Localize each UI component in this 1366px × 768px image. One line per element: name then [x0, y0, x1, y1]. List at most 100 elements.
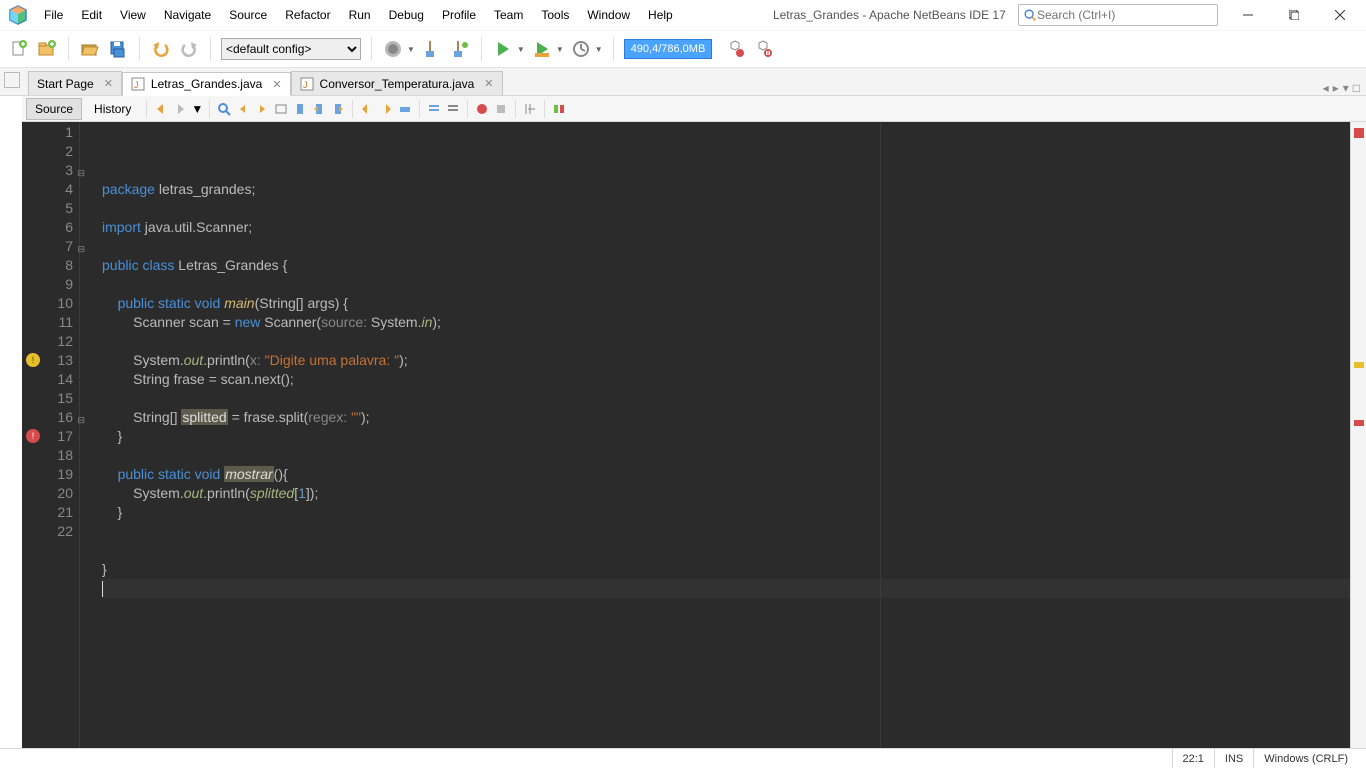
- menu-view[interactable]: View: [112, 4, 154, 26]
- record-macro-icon[interactable]: [474, 101, 490, 117]
- tab-start-page[interactable]: Start Page✕: [28, 71, 122, 95]
- shift-left-icon[interactable]: [359, 101, 375, 117]
- code-line[interactable]: }: [102, 427, 1350, 446]
- code-line[interactable]: public static void mostrar(){: [102, 465, 1350, 484]
- code-line[interactable]: [102, 237, 1350, 256]
- tab-max-icon[interactable]: □: [1353, 81, 1360, 95]
- redo-icon[interactable]: [178, 38, 200, 60]
- code-line[interactable]: [102, 332, 1350, 351]
- nav-back-icon[interactable]: [153, 101, 169, 117]
- menu-refactor[interactable]: Refactor: [277, 4, 338, 26]
- uncomment-icon[interactable]: [445, 101, 461, 117]
- close-tab-icon[interactable]: ✕: [484, 77, 493, 90]
- tab-conversor_temperatura-java[interactable]: JConversor_Temperatura.java✕: [291, 71, 503, 95]
- code-line[interactable]: }: [102, 560, 1350, 579]
- code-line[interactable]: String frase = scan.next();: [102, 370, 1350, 389]
- code-line[interactable]: [102, 275, 1350, 294]
- pause-icon[interactable]: [752, 38, 774, 60]
- code-line[interactable]: String[] splitted = frase.split(regex: "…: [102, 408, 1350, 427]
- new-project-icon[interactable]: [36, 38, 58, 60]
- stop-macro-icon[interactable]: [493, 101, 509, 117]
- open-project-icon[interactable]: [79, 38, 101, 60]
- menu-navigate[interactable]: Navigate: [156, 4, 219, 26]
- code-line[interactable]: }: [102, 503, 1350, 522]
- code-line[interactable]: import java.util.Scanner;: [102, 218, 1350, 237]
- next-bookmark-icon[interactable]: [330, 101, 346, 117]
- gutter[interactable]: 123⊟4567⊟8910111213!141516⊟17!1819202122: [22, 122, 80, 748]
- minimize-button[interactable]: [1226, 1, 1270, 29]
- error-stripe-mark[interactable]: [1354, 128, 1364, 138]
- menu-tools[interactable]: Tools: [533, 4, 577, 26]
- menu-profile[interactable]: Profile: [434, 4, 484, 26]
- comment-icon[interactable]: [426, 101, 442, 117]
- code-editor[interactable]: 123⊟4567⊟8910111213!141516⊟17!1819202122…: [22, 122, 1366, 748]
- prev-bookmark-icon[interactable]: [311, 101, 327, 117]
- undo-icon[interactable]: [150, 38, 172, 60]
- tab-list-icon[interactable]: ▾: [1343, 81, 1349, 95]
- close-tab-icon[interactable]: ✕: [272, 78, 281, 91]
- close-button[interactable]: [1318, 1, 1362, 29]
- find-sel-icon[interactable]: [216, 101, 232, 117]
- code-line[interactable]: System.out.println(splitted[1]);: [102, 484, 1350, 503]
- diff-icon[interactable]: [551, 101, 567, 117]
- close-tab-icon[interactable]: ✕: [104, 77, 113, 90]
- warning-stripe-mark[interactable]: [1354, 362, 1364, 368]
- build-icon[interactable]: [382, 38, 404, 60]
- clean-build-icon[interactable]: [421, 38, 443, 60]
- tab-letras_grandes-java[interactable]: JLetras_Grandes.java✕: [122, 72, 291, 96]
- code-line[interactable]: package letras_grandes;: [102, 180, 1350, 199]
- status-bar: 22:1 INS Windows (CRLF): [0, 748, 1366, 768]
- code-line[interactable]: [102, 199, 1350, 218]
- code-line[interactable]: System.out.println(x: "Digite uma palavr…: [102, 351, 1350, 370]
- insert-mode[interactable]: INS: [1214, 749, 1253, 768]
- source-view-button[interactable]: Source: [26, 98, 82, 120]
- menu-file[interactable]: File: [36, 4, 71, 26]
- clean-icon[interactable]: [449, 38, 471, 60]
- shift-right-icon[interactable]: [378, 101, 394, 117]
- toggle-bookmark-icon[interactable]: [292, 101, 308, 117]
- code-line[interactable]: Scanner scan = new Scanner(source: Syste…: [102, 313, 1350, 332]
- toggle-highlight-icon[interactable]: [273, 101, 289, 117]
- line-ending[interactable]: Windows (CRLF): [1253, 749, 1358, 768]
- new-file-icon[interactable]: [8, 38, 30, 60]
- nav-fwd-icon[interactable]: [172, 101, 188, 117]
- error-stripe[interactable]: [1350, 122, 1366, 748]
- warning-icon[interactable]: !: [26, 353, 40, 367]
- error-icon[interactable]: !: [26, 429, 40, 443]
- tab-next-icon[interactable]: ▸: [1333, 81, 1339, 95]
- history-view-button[interactable]: History: [85, 98, 140, 120]
- indent-guides-icon[interactable]: [522, 101, 538, 117]
- menu-team[interactable]: Team: [486, 4, 531, 26]
- save-all-icon[interactable]: [107, 38, 129, 60]
- code-line[interactable]: [102, 446, 1350, 465]
- find-prev-icon[interactable]: [235, 101, 251, 117]
- code-body[interactable]: package letras_grandes;import java.util.…: [80, 122, 1350, 748]
- tab-prev-icon[interactable]: ◂: [1323, 81, 1329, 95]
- debug-icon[interactable]: [531, 38, 553, 60]
- find-next-icon[interactable]: [254, 101, 270, 117]
- code-line[interactable]: [102, 579, 1350, 598]
- menu-debug[interactable]: Debug: [381, 4, 432, 26]
- search-box[interactable]: [1018, 4, 1218, 26]
- macro-start-icon[interactable]: [397, 101, 413, 117]
- code-line[interactable]: [102, 541, 1350, 560]
- memory-indicator[interactable]: 490,4/786,0MB: [624, 39, 713, 59]
- menu-source[interactable]: Source: [221, 4, 275, 26]
- maximize-button[interactable]: [1272, 1, 1316, 29]
- gc-icon[interactable]: [724, 38, 746, 60]
- svg-text:J: J: [303, 80, 308, 90]
- menu-edit[interactable]: Edit: [73, 4, 110, 26]
- config-selector[interactable]: <default config>: [221, 38, 361, 60]
- error-stripe-mark[interactable]: [1354, 420, 1364, 426]
- search-input[interactable]: [1037, 8, 1213, 22]
- menu-help[interactable]: Help: [640, 4, 681, 26]
- dock-handle-icon[interactable]: [4, 72, 20, 88]
- code-line[interactable]: public static void main(String[] args) {: [102, 294, 1350, 313]
- menu-run[interactable]: Run: [341, 4, 379, 26]
- menu-window[interactable]: Window: [579, 4, 638, 26]
- code-line[interactable]: public class Letras_Grandes {: [102, 256, 1350, 275]
- code-line[interactable]: [102, 522, 1350, 541]
- profile-icon[interactable]: [570, 38, 592, 60]
- run-icon[interactable]: [492, 38, 514, 60]
- code-line[interactable]: [102, 389, 1350, 408]
